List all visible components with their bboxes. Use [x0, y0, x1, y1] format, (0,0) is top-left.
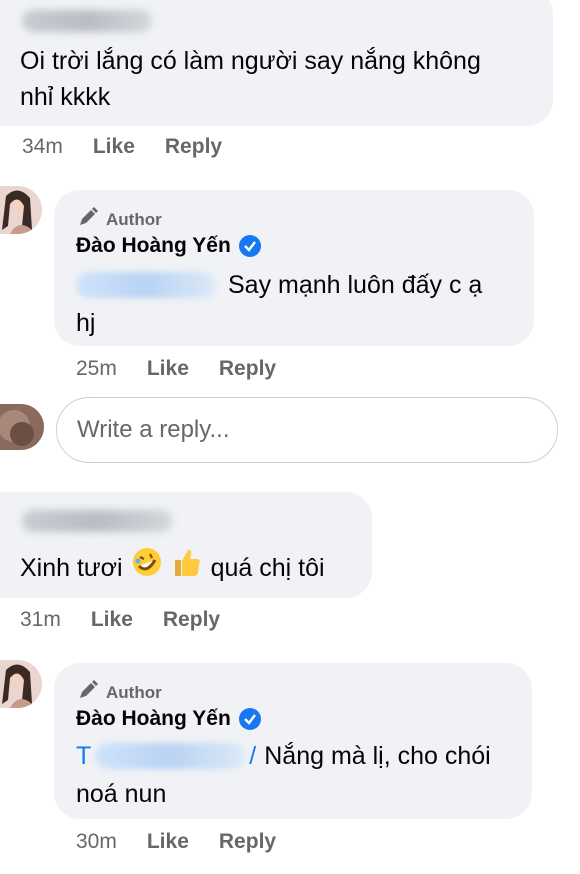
- pencil-icon: [78, 680, 98, 705]
- blurred-mention: [76, 272, 216, 298]
- mention-link-end: /: [249, 742, 257, 770]
- avatar[interactable]: [0, 186, 42, 234]
- like-button[interactable]: Like: [147, 357, 189, 381]
- pencil-icon: [78, 207, 98, 232]
- reply-button[interactable]: Reply: [165, 135, 222, 159]
- reply-input-placeholder: Write a reply...: [77, 416, 230, 443]
- author-badge: Author: [78, 207, 162, 232]
- mention-link[interactable]: T: [76, 737, 91, 775]
- author-name-row: Đào Hoàng Yến: [76, 234, 261, 258]
- reply-text-line-1: Say mạnh luôn đấy c ạ: [76, 266, 482, 304]
- author-name[interactable]: Đào Hoàng Yến: [76, 234, 231, 258]
- current-user-avatar: [0, 404, 44, 450]
- avatar[interactable]: [0, 660, 42, 708]
- reply-text: Say mạnh luôn đấy c ạ: [228, 271, 483, 299]
- author-name-row: Đào Hoàng Yến: [76, 707, 261, 731]
- blurred-mention: [95, 743, 246, 769]
- comment-text-start: Xinh tươi: [20, 553, 123, 582]
- comment-bubble: Oi trời lắng có làm người say nắng không…: [0, 0, 553, 126]
- comment-text: Xinh tươi quá chị tôi: [20, 546, 325, 589]
- comment-meta: 34m Like Reply: [22, 135, 222, 159]
- reply-text-line-2: hj: [76, 309, 96, 337]
- author-badge: Author: [78, 680, 162, 705]
- comment-text-line-2: nhỉ kkkk: [20, 83, 111, 111]
- reply-text-line-2: noá nun: [76, 780, 167, 808]
- thumbs-up-emoji-icon: [171, 546, 203, 589]
- like-button[interactable]: Like: [91, 608, 133, 632]
- reply-button[interactable]: Reply: [219, 830, 276, 854]
- comment-timestamp: 31m: [20, 608, 61, 631]
- reply-meta: 25m Like Reply: [76, 357, 276, 381]
- like-button[interactable]: Like: [147, 830, 189, 854]
- reply-text-line-1: T / Nắng mà lị, cho chói: [76, 737, 491, 775]
- reply-timestamp: 30m: [76, 830, 117, 853]
- reply-timestamp: 25m: [76, 357, 117, 380]
- comment-timestamp: 34m: [22, 135, 63, 158]
- rolling-laughing-emoji-icon: [131, 546, 163, 589]
- blurred-commenter-name: [22, 10, 152, 32]
- comment-meta: 31m Like Reply: [20, 608, 220, 632]
- reply-bubble: Author Đào Hoàng Yến T / Nắng mà lị, cho…: [54, 663, 532, 819]
- author-label: Author: [106, 682, 162, 702]
- reply-bubble: Author Đào Hoàng Yến Say mạnh luôn đấy c…: [54, 190, 534, 346]
- verified-badge-icon: [238, 708, 261, 730]
- reply-input[interactable]: Write a reply...: [56, 397, 558, 463]
- reply-button[interactable]: Reply: [163, 608, 220, 632]
- like-button[interactable]: Like: [93, 135, 135, 159]
- comment-text-end: quá chị tôi: [210, 553, 325, 582]
- reply-text: Nắng mà lị, cho chói: [264, 742, 491, 770]
- author-label: Author: [106, 209, 162, 229]
- comment-text-line-1: Oi trời lắng có làm người say nắng không: [20, 47, 481, 75]
- reply-meta: 30m Like Reply: [76, 830, 276, 854]
- verified-badge-icon: [238, 235, 261, 257]
- comment-bubble: Xinh tươi quá chị tôi: [0, 492, 372, 598]
- author-name[interactable]: Đào Hoàng Yến: [76, 707, 231, 731]
- blurred-commenter-name: [22, 510, 172, 532]
- reply-button[interactable]: Reply: [219, 357, 276, 381]
